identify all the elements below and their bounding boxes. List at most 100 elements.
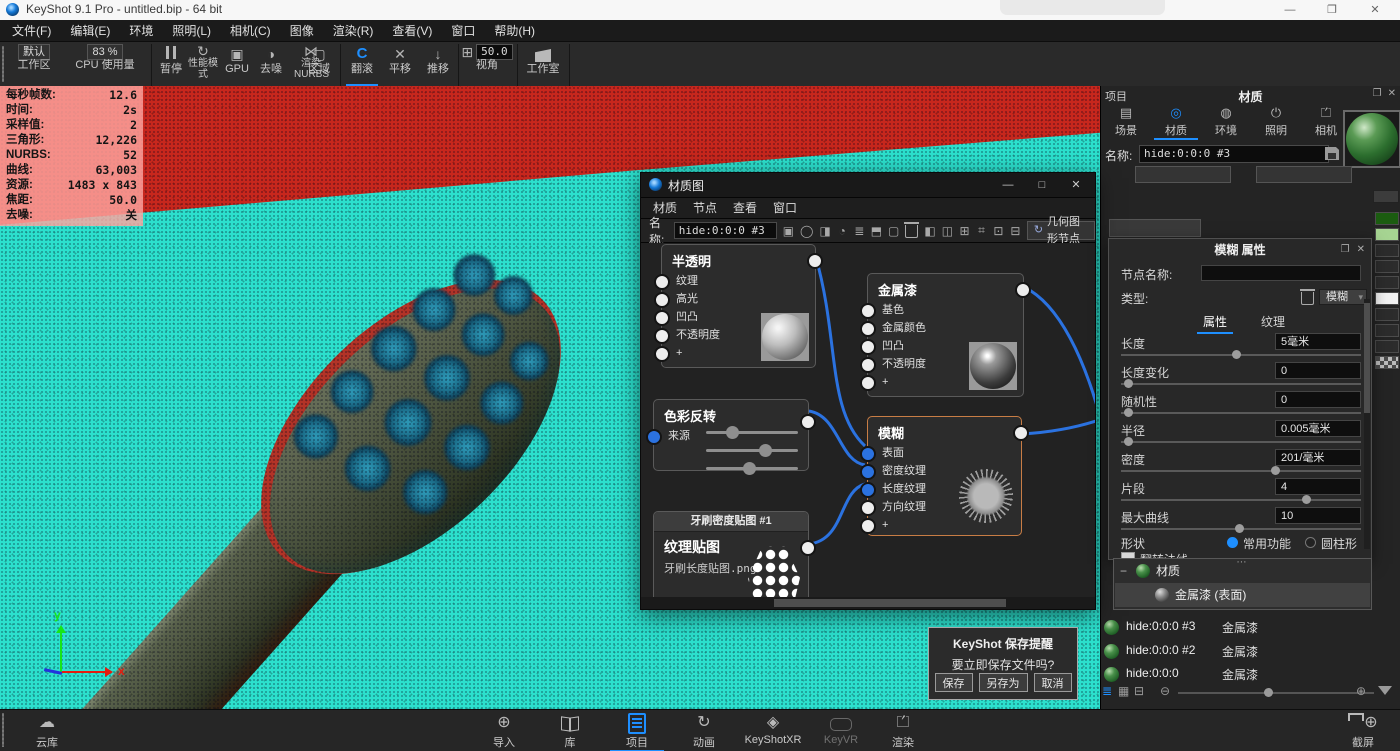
region-button[interactable]: ▢ 区域 <box>303 44 335 86</box>
node-translucent[interactable]: 半透明 纹理 高光 凹凸 不透明度 + <box>654 244 823 368</box>
tree-item-metallic-paint[interactable]: 金属漆 (表面) <box>1115 583 1370 607</box>
tree-item-material[interactable]: − 材质 <box>1114 559 1371 583</box>
delete-node-icon[interactable] <box>1300 289 1315 305</box>
field-input[interactable]: 201/毫米 <box>1275 449 1361 466</box>
type-dropdown[interactable]: 模糊 <box>1319 289 1367 305</box>
tab-properties[interactable]: 属性 <box>1197 311 1234 334</box>
cpu-usage-selector[interactable]: 83 % CPU 使用量 <box>62 44 148 86</box>
color-swatch[interactable] <box>1375 228 1399 241</box>
workspace-value[interactable]: 默认 <box>18 44 50 60</box>
menu-window[interactable]: 窗口 <box>451 22 475 39</box>
color-swatch[interactable] <box>1375 276 1399 289</box>
node-name-input[interactable]: hide:0:0:0 #3 <box>673 222 777 239</box>
node-metallic-paint[interactable]: 金属漆 基色 金属颜色 凹凸 不透明度 + <box>860 273 1031 397</box>
field-slider[interactable] <box>1121 466 1361 475</box>
mg-menu-window[interactable]: 窗口 <box>773 199 797 216</box>
input-port[interactable] <box>860 339 876 355</box>
mg-menu-node[interactable]: 节点 <box>693 199 717 216</box>
close-panel-icon[interactable]: ✕ <box>1357 239 1365 261</box>
animation-node-icon[interactable]: ◔ <box>837 224 848 238</box>
grid-view-icon[interactable]: ▦ <box>1118 684 1129 698</box>
lock-icon[interactable]: ⬒ <box>871 224 882 238</box>
node-texture-map[interactable]: 牙刷密度贴图 #1 纹理贴图 牙刷长度贴图.png <box>653 511 816 597</box>
close-panel-icon[interactable]: ✕ <box>1388 88 1396 99</box>
color-swatch[interactable] <box>1375 244 1399 257</box>
auto-layout-icon[interactable]: ⌗ <box>976 223 987 238</box>
screenshot-button[interactable]: ⊕ 截屏 <box>1330 711 1396 751</box>
swatch-dropdown[interactable] <box>1373 190 1399 203</box>
node-fuzz[interactable]: 模糊 表面 密度纹理 长度纹理 方向纹理 + <box>860 416 1029 536</box>
ungroup-nodes-icon[interactable]: ◫ <box>942 224 953 238</box>
field-input[interactable]: 0 <box>1275 362 1361 379</box>
output-port[interactable] <box>1013 425 1029 441</box>
maximize-button[interactable]: □ <box>1027 175 1057 195</box>
input-port[interactable] <box>860 303 876 319</box>
menu-lighting[interactable]: 照明(L) <box>172 22 211 39</box>
input-port[interactable] <box>654 274 670 290</box>
input-port[interactable] <box>654 328 670 344</box>
tab-environment[interactable]: ◍ 环境 <box>1201 104 1251 138</box>
collapse-icon[interactable]: − <box>1120 559 1127 583</box>
field-slider[interactable] <box>1121 437 1361 446</box>
input-port[interactable] <box>860 518 876 534</box>
save-material-icon[interactable] <box>1325 147 1339 160</box>
dock-drag-handle[interactable] <box>2 713 4 747</box>
menu-edit[interactable]: 编辑(E) <box>70 22 110 39</box>
input-port[interactable] <box>860 464 876 480</box>
menu-image[interactable]: 图像 <box>290 22 314 39</box>
import-button[interactable]: ⊕ 导入 <box>471 711 537 751</box>
field-slider[interactable] <box>1121 408 1361 417</box>
input-port[interactable] <box>860 500 876 516</box>
list-view-icon[interactable]: ≣ <box>1102 684 1112 698</box>
geometry-node-button[interactable]: ↻ 几何图形节点 <box>1026 216 1095 245</box>
save-as-button[interactable]: 另存为 <box>978 673 1028 692</box>
field-slider[interactable] <box>1121 524 1361 533</box>
input-port[interactable] <box>860 482 876 498</box>
output-port[interactable] <box>1015 282 1031 298</box>
shape-radio-cylinder[interactable] <box>1305 537 1316 548</box>
workspace-selector[interactable]: 默认 工作区 <box>8 44 60 86</box>
close-button[interactable]: ✕ <box>1061 175 1091 195</box>
input-port[interactable] <box>860 446 876 462</box>
field-slider[interactable] <box>1121 495 1361 504</box>
color-swatch[interactable] <box>1375 212 1399 225</box>
performance-mode-button[interactable]: ↻ 性能模式 <box>187 44 219 86</box>
zoom-out-icon[interactable]: ⊖ <box>1160 684 1170 698</box>
fit-view-icon[interactable]: ⊡ <box>993 224 1004 238</box>
input-port[interactable] <box>654 292 670 308</box>
node-color-invert[interactable]: 色彩反转 来源 <box>646 399 816 475</box>
menu-help[interactable]: 帮助(H) <box>494 22 535 39</box>
material-list-item[interactable]: hide:0:0:0 金属漆 <box>1100 663 1400 686</box>
keyshotxr-button[interactable]: ◈ KeyShotXR <box>736 711 810 751</box>
tab-material[interactable]: ◎ 材质 <box>1151 104 1201 140</box>
input-port[interactable] <box>654 346 670 362</box>
toolbar-drag-handle[interactable] <box>2 46 4 82</box>
material-node-icon[interactable]: ◯ <box>800 224 813 238</box>
restore-button[interactable]: ❐ <box>1315 0 1349 20</box>
horizontal-scrollbar[interactable] <box>641 597 1095 609</box>
field-input[interactable]: 5毫米 <box>1275 333 1361 350</box>
input-port[interactable] <box>646 429 662 445</box>
material-graph-button[interactable] <box>1135 166 1231 183</box>
shape-radio-common[interactable] <box>1227 537 1238 548</box>
minimize-button[interactable]: — <box>993 175 1023 195</box>
delete-icon[interactable] <box>904 221 920 239</box>
menu-render[interactable]: 渲染(R) <box>333 22 374 39</box>
tumble-button[interactable]: C 翻滚 <box>344 44 380 86</box>
keyvr-button[interactable]: KeyVR <box>808 711 874 751</box>
field-input[interactable]: 4 <box>1275 478 1361 495</box>
material-graph-titlebar[interactable]: 材质图 — □ ✕ <box>641 173 1095 198</box>
split-connection-icon[interactable]: ⊟ <box>1010 224 1021 238</box>
material-list-item[interactable]: hide:0:0:0 #2 金属漆 <box>1100 640 1400 663</box>
mg-menu-view[interactable]: 查看 <box>733 199 757 216</box>
library-button[interactable]: 库 <box>537 711 603 751</box>
studio-button[interactable]: 工作室 <box>521 44 565 86</box>
vertical-scrollbar[interactable] <box>1364 299 1370 549</box>
duplicate-icon[interactable]: ▢ <box>888 224 899 238</box>
output-port[interactable] <box>807 253 823 269</box>
save-icon[interactable]: ▣ <box>783 224 794 238</box>
render-button[interactable]: ⏍ 渲染 <box>870 711 936 751</box>
filter-icon[interactable] <box>1378 686 1392 702</box>
color-swatch[interactable] <box>1375 324 1399 337</box>
input-port[interactable] <box>860 321 876 337</box>
